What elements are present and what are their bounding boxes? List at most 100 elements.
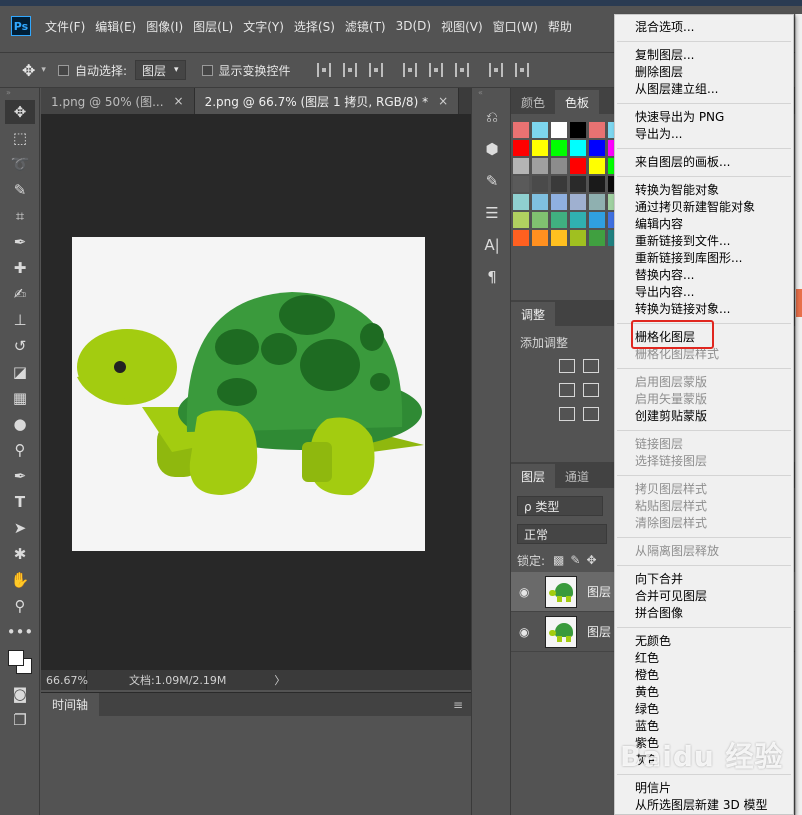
auto-select-dropdown[interactable]: 图层 ▾ [134,60,186,80]
context-menu-item[interactable]: 混合选项... [615,19,793,36]
black-white-icon[interactable] [583,383,599,397]
context-menu-item[interactable]: 快速导出为 PNG [615,109,793,126]
brightness-icon[interactable] [559,359,575,373]
menu-edit[interactable]: 编辑(E) [95,18,136,35]
menu-type[interactable]: 文字(Y) [243,18,284,35]
pen-tool-icon[interactable]: ✒ [5,464,35,488]
layer-name[interactable]: 图层 [587,583,611,600]
color-swatch[interactable] [570,230,586,246]
invert-icon[interactable] [559,407,575,421]
eyedropper-tool-icon[interactable]: ✒ [5,230,35,254]
context-menu-item[interactable]: 来自图层的画板... [615,154,793,171]
align-top-icon[interactable] [316,63,331,77]
align-bottom-icon[interactable] [368,63,383,77]
menu-3d[interactable]: 3D(D) [396,19,431,33]
context-menu-item[interactable]: 拼合图像 [615,605,793,622]
color-swatch[interactable] [551,194,567,210]
menu-layer[interactable]: 图层(L) [193,18,233,35]
foreground-color[interactable] [8,650,24,666]
color-swatch[interactable] [551,230,567,246]
custom-shape-tool-icon[interactable]: ✱ [5,542,35,566]
3d-panel-icon[interactable]: ⬢ [477,136,507,162]
align-left-icon[interactable] [402,63,417,77]
status-arrow-icon[interactable]: 〉 [274,672,285,688]
context-menu-item[interactable]: 红色 [615,650,793,667]
tab-color[interactable]: 颜色 [511,90,555,114]
lock-brush-icon[interactable]: ✎ [570,553,580,567]
color-swatch[interactable] [532,230,548,246]
type-tool-icon[interactable]: T [5,490,35,514]
color-swatch[interactable] [513,194,529,210]
context-menu-item[interactable]: 通过拷贝新建智能对象 [615,199,793,216]
show-transform-checkbox[interactable] [201,64,213,76]
levels-icon[interactable] [583,359,599,373]
tab-layers[interactable]: 图层 [511,464,556,488]
lock-pixels-icon[interactable]: ▩ [553,553,564,567]
layer-kind-filter[interactable]: ρ 类型 [517,496,603,516]
menu-view[interactable]: 视图(V) [441,18,483,35]
color-swatch[interactable] [551,158,567,174]
context-menu-item[interactable]: 从所选图层新建 3D 模型 [615,797,793,814]
distribute-top-icon[interactable] [488,63,503,77]
context-menu-item[interactable]: 向下合并 [615,571,793,588]
eye-icon[interactable]: ◉ [519,585,533,599]
color-swatch[interactable] [513,140,529,156]
clone-stamp-tool-icon[interactable]: ⊥ [5,308,35,332]
history-brush-tool-icon[interactable]: ↺ [5,334,35,358]
brush-tool-icon[interactable]: ✍ [5,282,35,306]
color-swatch[interactable] [570,212,586,228]
color-swatch[interactable] [513,122,529,138]
color-swatch[interactable] [532,212,548,228]
context-menu-item[interactable]: 删除图层 [615,64,793,81]
color-swatch[interactable] [532,158,548,174]
context-menu-item[interactable]: 重新链接到文件... [615,233,793,250]
color-swatch[interactable] [551,212,567,228]
document-canvas[interactable] [72,237,425,551]
move-tool-icon[interactable]: ✥ [5,100,35,124]
path-select-tool-icon[interactable]: ➤ [5,516,35,540]
align-vcenter-icon[interactable] [342,63,357,77]
context-menu-item[interactable]: 导出内容... [615,284,793,301]
color-swatch[interactable] [570,122,586,138]
context-menu-item[interactable]: 转换为链接对象... [615,301,793,318]
quick-mask-icon[interactable]: ◙ [5,682,35,706]
brush-settings-icon[interactable]: ☰ [477,200,507,226]
zoom-tool-icon[interactable]: ⚲ [5,594,35,618]
menu-file[interactable]: 文件(F) [45,18,85,35]
character-panel-icon[interactable]: A| [477,232,507,258]
lock-position-icon[interactable]: ✥ [586,553,596,567]
gradient-tool-icon[interactable]: ▦ [5,386,35,410]
menu-help[interactable]: 帮助 [548,18,572,35]
menu-window[interactable]: 窗口(W) [493,18,538,35]
context-menu-item[interactable]: 替换内容... [615,267,793,284]
close-icon[interactable]: × [174,94,184,108]
color-swatch[interactable] [513,158,529,174]
context-menu-item[interactable]: 蓝色 [615,718,793,735]
context-menu-item[interactable]: 重新链接到库图形... [615,250,793,267]
lasso-tool-icon[interactable]: ➰ [5,152,35,176]
collapse-handle-icon[interactable]: « [472,88,510,98]
color-swatch[interactable] [513,230,529,246]
color-swatch[interactable] [551,122,567,138]
tab-channels[interactable]: 通道 [555,464,599,488]
color-swatch[interactable] [589,122,605,138]
canvas-area[interactable] [41,114,471,670]
close-icon[interactable]: × [438,94,448,108]
context-menu-item[interactable]: 明信片 [615,780,793,797]
more-tools-icon[interactable]: ••• [5,620,35,644]
layer-name[interactable]: 图层 [587,623,611,640]
align-right-icon[interactable] [454,63,469,77]
tab-1png[interactable]: 1.png @ 50% (图... × [41,88,195,114]
hand-tool-icon[interactable]: ✋ [5,568,35,592]
color-swatch[interactable] [570,176,586,192]
collapse-handle-icon[interactable]: » [0,88,39,98]
color-swatch[interactable] [570,140,586,156]
quick-select-tool-icon[interactable]: ✎ [5,178,35,202]
color-swatch[interactable] [532,194,548,210]
marquee-tool-icon[interactable]: ⬚ [5,126,35,150]
blend-mode-select[interactable]: 正常 [517,524,607,544]
context-menu-item[interactable]: 绿色 [615,701,793,718]
paragraph-panel-icon[interactable]: ¶ [477,264,507,290]
context-menu-item[interactable]: 导出为... [615,126,793,143]
chevron-down-icon[interactable]: ▾ [41,65,46,75]
